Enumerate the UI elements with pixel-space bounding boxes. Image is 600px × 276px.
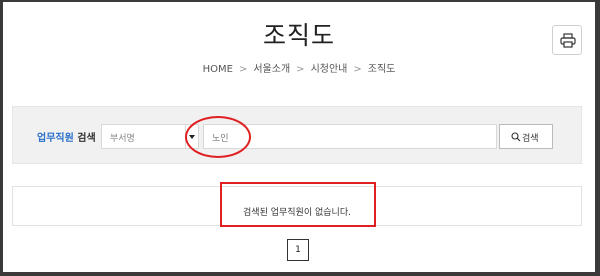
pagination-page-1[interactable]: 1 (287, 239, 309, 261)
search-button[interactable]: 검색 (499, 124, 553, 149)
breadcrumb-item-home[interactable]: HOME (203, 64, 233, 75)
breadcrumb-separator: > (238, 64, 248, 75)
search-panel: 업무직원 검색 부서명 노인 검색 (12, 106, 582, 164)
breadcrumb-item-org-chart[interactable]: 조직도 (368, 64, 396, 75)
breadcrumb-separator: > (353, 64, 362, 75)
breadcrumb-item-seoul-intro[interactable]: 서울소개 (253, 64, 290, 75)
breadcrumb: HOME > 서울소개 > 시청안내 > 조직도 (3, 60, 595, 75)
print-button[interactable] (552, 25, 582, 55)
annotation-circle (185, 116, 251, 158)
search-button-label: 검색 (522, 134, 539, 144)
page-title: 조직도 (262, 21, 335, 50)
search-label-rest: 검색 (73, 133, 96, 144)
department-select-placeholder: 부서명 (110, 134, 135, 144)
search-label: 업무직원 검색 (37, 129, 96, 144)
search-label-accent: 업무직원 (37, 133, 74, 144)
page-frame: 조직도 HOME > 서울소개 > 시청안내 > 조직도 업무직원 검색 부서명 노인 검색 (3, 2, 595, 272)
breadcrumb-item-city-hall-guide[interactable]: 시청안내 (311, 64, 348, 75)
printer-icon (560, 33, 576, 48)
annotation-rectangle (220, 182, 376, 227)
search-icon (511, 132, 521, 142)
breadcrumb-separator: > (296, 64, 305, 75)
